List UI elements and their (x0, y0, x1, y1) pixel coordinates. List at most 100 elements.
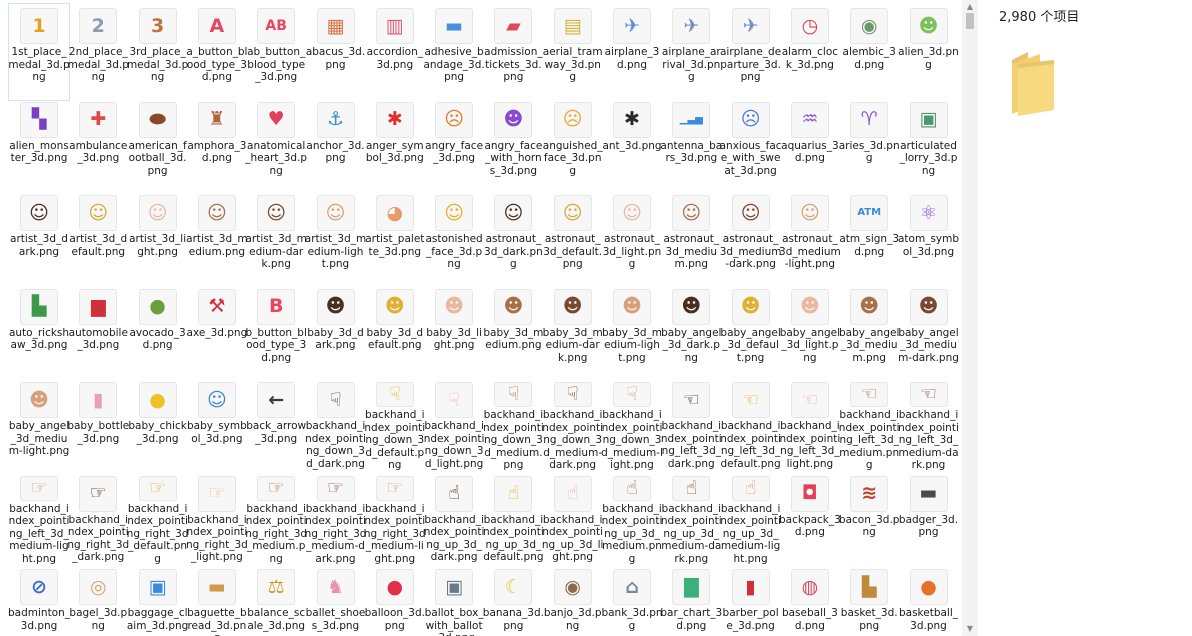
file-item[interactable]: ☞ backhand_index_pointing_right_3d_dark.p… (67, 474, 129, 566)
file-item[interactable]: ☝ backhand_index_pointing_up_3d_medium-li… (720, 474, 781, 566)
file-item[interactable]: ☟ backhand_index_pointing_down_3d_dark.pn… (305, 380, 366, 472)
file-item[interactable]: 2 2nd_place_medal_3d.png (68, 6, 129, 98)
file-item[interactable]: ☞ backhand_index_pointing_right_3d_medium… (364, 474, 426, 566)
file-item[interactable]: ☟ backhand_index_pointing_down_3d_default… (364, 380, 425, 472)
file-item[interactable]: ▁▃▅ antenna_bars_3d.png (660, 100, 722, 192)
file-item[interactable]: ✈ airplane_departure_3d.png (720, 6, 781, 98)
file-item[interactable]: ☻ baby_3d_dark.png (307, 287, 364, 379)
file-item[interactable]: ☻ baby_angel_3d_default.png (720, 287, 781, 379)
file-item[interactable]: ☞ backhand_index_pointing_right_3d_defaul… (127, 474, 189, 566)
file-item[interactable]: Aa_button_blood_type_3d.png (186, 6, 247, 98)
file-item[interactable]: ▦ abacus_3d.png (306, 6, 365, 98)
file-item[interactable]: AB ab_button_blood_type_3d.png (247, 6, 305, 98)
file-item[interactable]: ☜ backhand_index_pointing_left_3d_light.p… (780, 380, 840, 472)
file-item[interactable]: ▆ automobile_3d.png (69, 287, 128, 379)
file-item[interactable]: ☺ baby_symbol_3d.png (187, 380, 247, 472)
file-item[interactable]: ◍ baseball_3d.png (782, 567, 838, 636)
file-item[interactable]: ♥ anatomical_heart_3d.png (245, 100, 307, 192)
file-item[interactable]: Bb_button_blood_type_3d.png (245, 287, 307, 379)
file-item[interactable]: ☝ backhand_index_pointing_up_3d_dark.png (424, 474, 484, 566)
file-item[interactable]: ● basketball_3d.png (899, 567, 958, 636)
file-item[interactable]: ☺ artist_3d_default.png (69, 193, 127, 285)
file-item[interactable]: ☻ baby_angel_3d_dark.png (661, 287, 721, 379)
file-item[interactable]: ☺ astronaut_3d_light.png (603, 193, 661, 285)
file-item[interactable]: ☝ backhand_index_pointing_up_3d_medium-da… (661, 474, 722, 566)
file-item[interactable]: ☾ banana_3d.png (483, 567, 544, 636)
file-item[interactable]: ✈ airplane_arrival_3d.png (662, 6, 721, 98)
scroll-thumb[interactable] (966, 13, 974, 29)
file-item[interactable]: ☟ backhand_index_pointing_down_3d_light.p… (424, 380, 484, 472)
file-item[interactable]: ✱ anger_symbol_3d.png (366, 100, 424, 192)
file-item[interactable]: ▬ baguette_bread_3d.png (187, 567, 247, 636)
file-item[interactable]: ☟ backhand_index_pointing_down_3d_medium-… (542, 380, 603, 472)
file-item[interactable]: ☺ astonished_face_3d.png (425, 193, 483, 285)
file-item[interactable]: ● baby_chick_3d.png (128, 380, 187, 472)
file-item[interactable]: 1 1st_place_medal_3d.png (8, 3, 70, 101)
file-item[interactable]: ← back_arrow_3d.png (246, 380, 306, 472)
file-item[interactable]: ● avocado_3d.png (129, 287, 186, 379)
file-item[interactable]: ☺ astronaut_3d_medium-dark.png (720, 193, 781, 285)
file-item[interactable]: ☝ backhand_index_pointing_up_3d_medium.pn… (602, 474, 662, 566)
file-item[interactable]: ▬ adhesive_bandage_3d.png (423, 6, 485, 98)
file-item[interactable]: ▤ aerial_tramway_3d.png (543, 6, 603, 98)
file-item[interactable]: ☺ astronaut_3d_default.png (543, 193, 602, 285)
file-item[interactable]: ♞ ballet_shoes_3d.png (306, 567, 365, 636)
file-item[interactable]: ✚ ambulance_3d.png (69, 100, 127, 192)
file-item[interactable]: ☺ artist_3d_dark.png (10, 193, 68, 285)
file-item[interactable]: ▮ baby_bottle_3d.png (67, 380, 129, 472)
file-item[interactable]: ⬬ american_football_3d.png (129, 100, 187, 192)
file-item[interactable]: ☞ backhand_index_pointing_right_3d_medium… (245, 474, 307, 566)
file-item[interactable]: ☻ baby_angel_3d_medium-light.png (9, 380, 69, 472)
file-item[interactable]: ⚛ atom_symbol_3d.png (898, 193, 959, 285)
file-item[interactable]: ▰ admission_tickets_3d.png (484, 6, 543, 98)
file-item[interactable]: ⌂ bank_3d.png (601, 567, 663, 636)
file-item[interactable]: ≋ bacon_3d.png (839, 474, 899, 566)
file-item[interactable]: ☺ astronaut_3d_medium-light.png (779, 193, 841, 285)
file-item[interactable]: ☜ backhand_index_pointing_left_3d_dark.pn… (661, 380, 722, 472)
file-item[interactable]: ◘ backpack_3d.png (779, 474, 841, 566)
file-item[interactable]: ♒ aquarius_3d.png (781, 100, 839, 192)
file-item[interactable]: ☹ angry_face_3d.png (425, 100, 483, 192)
vertical-scrollbar[interactable]: ▲ ▼ (962, 0, 978, 636)
file-item[interactable]: ☺ artist_3d_medium.png (186, 193, 248, 285)
file-item[interactable]: ☜ backhand_index_pointing_left_3d_default… (720, 380, 781, 472)
file-item[interactable]: ☜ backhand_index_pointing_left_3d_medium-… (898, 380, 959, 472)
file-item[interactable]: ◉ banjo_3d.png (544, 567, 602, 636)
file-item[interactable]: ● balloon_3d.png (365, 567, 425, 636)
file-item[interactable]: ♜ amphora_3d.png (187, 100, 246, 192)
file-item[interactable]: ◎ bagel_3d.png (69, 567, 127, 636)
file-item[interactable]: ☜ backhand_index_pointing_left_3d_medium.… (839, 380, 900, 472)
file-item[interactable]: ⚒ axe_3d.png (187, 287, 247, 379)
file-item[interactable]: ▣ ballot_box_with_ballot_3d.png (425, 567, 484, 636)
file-item[interactable]: ✈ airplane_3d.png (604, 6, 660, 98)
file-item[interactable]: ☝ backhand_index_pointing_up_3d_light.png (542, 474, 603, 566)
file-item[interactable]: ☻ alien_3d.png (898, 6, 959, 98)
file-item[interactable]: ☻ baby_3d_medium-dark.png (543, 287, 603, 379)
file-item[interactable]: ☟ backhand_index_pointing_down_3d_medium-… (601, 380, 663, 472)
file-item[interactable]: ☹ anxious_face_with_sweat_3d.png (720, 100, 782, 192)
file-item[interactable]: ATM atm_sign_3d.png (839, 193, 899, 285)
scroll-up-arrow-icon[interactable]: ▲ (965, 3, 975, 11)
file-item[interactable]: ☻ baby_angel_3d_medium-dark.png (898, 287, 959, 379)
file-item[interactable]: ♈ aries_3d.png (839, 100, 900, 192)
file-item[interactable]: ▙ auto_rickshaw_3d.png (9, 287, 69, 379)
file-item[interactable]: ✱ ant_3d.png (602, 100, 662, 192)
file-item[interactable]: ⊘ badminton_3d.png (8, 567, 70, 636)
file-item[interactable]: ☻ baby_3d_medium-light.png (602, 287, 662, 379)
file-item[interactable]: ▮ barber_pole_3d.png (723, 567, 779, 636)
file-item[interactable]: ◷ alarm_clock_3d.png (782, 6, 838, 98)
file-item[interactable]: ☻ baby_3d_light.png (426, 287, 482, 379)
file-item[interactable]: ◕ artist_palette_3d.png (365, 193, 424, 285)
file-item[interactable]: ⚓ anchor_3d.png (306, 100, 365, 192)
file-item[interactable]: ☻ baby_3d_medium.png (483, 287, 543, 379)
file-item[interactable]: ▙ basket_3d.png (841, 567, 898, 636)
file-item[interactable]: ⚖ balance_scale_3d.png (247, 567, 305, 636)
scroll-down-arrow-icon[interactable]: ▼ (965, 625, 975, 633)
file-item[interactable]: ☞ backhand_index_pointing_right_3d_light.… (186, 474, 248, 566)
file-item[interactable]: ▥ accordion_3d.png (367, 6, 423, 98)
file-item[interactable]: ☻ baby_angel_3d_light.png (780, 287, 840, 379)
file-item[interactable]: ☺ astronaut_3d_dark.png (484, 193, 543, 285)
file-item[interactable]: ☞ backhand_index_pointing_left_3d_medium-… (9, 474, 69, 566)
file-item[interactable]: ▣ baggage_claim_3d.png (127, 567, 188, 636)
file-item[interactable]: ▚ alien_monster_3d.png (9, 100, 69, 192)
